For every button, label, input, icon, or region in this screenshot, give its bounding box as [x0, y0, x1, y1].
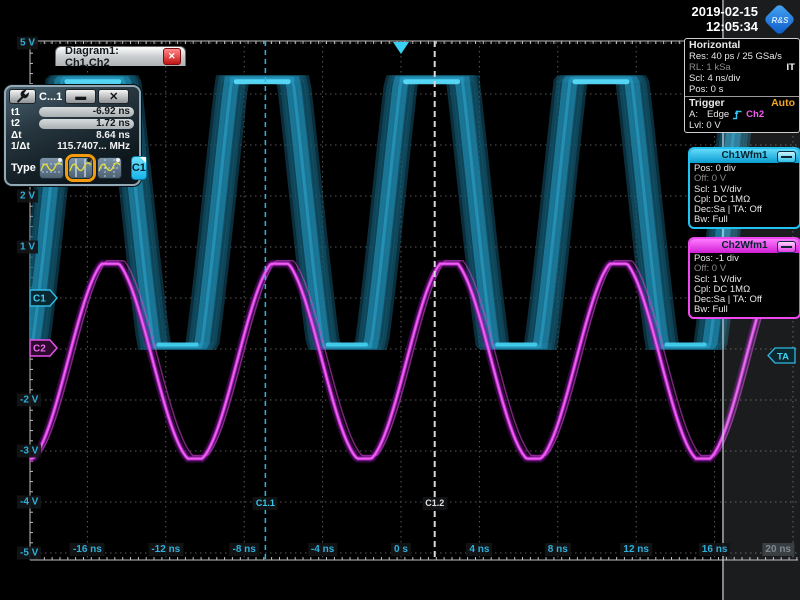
trigger-panel-title: Trigger Auto [685, 96, 799, 109]
cursor-results-popup[interactable]: C...1 ▬ ✕ t1-6.92 nst21.72 nsΔt8.64 ns1/… [4, 85, 141, 186]
tab-title: Diagram1: Ch1,Ch2 [65, 45, 163, 69]
ch1-panel-header[interactable]: Ch1Wfm1 [690, 149, 799, 163]
minimize-icon[interactable] [777, 151, 796, 163]
ch2-panel-header[interactable]: Ch2Wfm1 [690, 239, 799, 253]
tab-diagram1[interactable]: Diagram1: Ch1,Ch2 ✕ [55, 46, 186, 66]
panel-row: Bw: Full [694, 305, 795, 315]
trigger-source-row: A: Edge Ch2 [685, 109, 799, 120]
channel-marker-c2[interactable]: C2 [30, 340, 57, 356]
horizontal-cursor-type-button[interactable] [39, 157, 64, 179]
datetime-display: 2019-02-15 12:05:34 [650, 4, 758, 34]
panel-row: RL: 1 kSaIT [685, 62, 799, 73]
vertical-cursor-type-button[interactable] [68, 157, 93, 179]
trigger-source-channel: Ch2 [746, 109, 764, 120]
measurement-result: 8.64 ns [39, 130, 134, 141]
measurement-row: t1-6.92 ns [6, 107, 139, 118]
trigger-position-marker[interactable] [393, 42, 409, 54]
panel-row: Scl: 4 ns/div [685, 73, 799, 84]
horizontal-panel[interactable]: Horizontal Res: 40 ps / 25 GSa/sRL: 1 kS… [684, 38, 800, 133]
svg-text:C2: C2 [33, 343, 46, 354]
both-cursor-type-button[interactable] [97, 157, 122, 179]
measurement-row: t21.72 ns [6, 118, 139, 129]
time-text: 12:05:34 [650, 19, 758, 34]
panel-row: Pos: 0 s [685, 84, 799, 95]
ch1-waveform-panel[interactable]: Ch1Wfm1 Pos: 0 divOff: 0 VScl: 1 V/divCp… [688, 147, 800, 229]
cursor-popup-header: C...1 ▬ ✕ [6, 87, 139, 106]
cursor-measurements: t1-6.92 nst21.72 nsΔt8.64 ns1/Δt115.7407… [6, 107, 139, 153]
minimize-icon[interactable] [777, 241, 796, 253]
cursor-value-field[interactable]: -6.92 ns [39, 107, 134, 117]
channel-marker-c1[interactable]: C1 [30, 290, 57, 306]
measurement-result: 115.7407... MHz [39, 141, 134, 152]
type-label: Type [11, 162, 36, 174]
wrench-icon [16, 90, 29, 103]
cursor-type-row: Type C1 [6, 152, 139, 180]
panel-row: Res: 40 ps / 25 GSa/s [685, 51, 799, 62]
measurement-row: Δt8.64 ns [6, 130, 139, 141]
ch2-waveform-panel[interactable]: Ch2Wfm1 Pos: -1 divOff: 0 VScl: 1 V/divC… [688, 237, 800, 319]
horizontal-panel-title: Horizontal [685, 40, 799, 51]
svg-text:C1: C1 [33, 294, 46, 305]
settings-wrench-button[interactable] [9, 89, 36, 104]
tab-close-button[interactable]: ✕ [163, 48, 181, 65]
close-icon[interactable]: ✕ [98, 89, 129, 104]
rs-logo: R&S [763, 3, 797, 37]
trigger-level-row: Lvl: 0 V [685, 120, 799, 131]
cursor-source-button[interactable]: C1 [131, 156, 147, 180]
panel-row: Bw: Full [694, 215, 795, 225]
cursor-value-field[interactable]: 1.72 ns [39, 119, 134, 129]
date-text: 2019-02-15 [650, 4, 758, 19]
trigger-mode-badge: Auto [771, 98, 795, 109]
minimize-button[interactable]: ▬ [65, 89, 96, 104]
measurement-row: 1/Δt115.7407... MHz [6, 141, 139, 152]
cursor-type-buttons [39, 157, 122, 179]
cursor-popup-title: C...1 [38, 91, 63, 103]
edge-trigger-icon [732, 109, 743, 120]
oscilloscope-screen: C1C2 5 V2 V1 V-2 V-3 V-4 V-5 V-16 ns-12 … [0, 0, 800, 600]
